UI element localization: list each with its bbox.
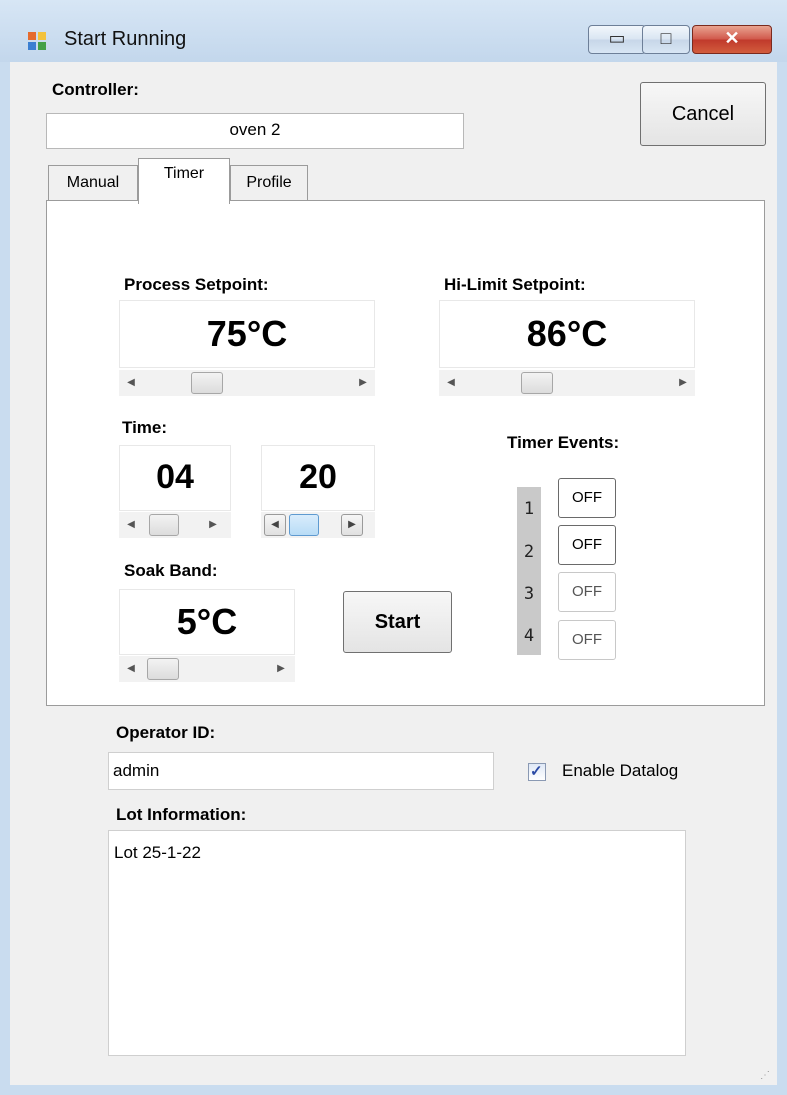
time-hours-value: 04 <box>119 445 231 511</box>
controller-label: Controller: <box>52 80 139 99</box>
process-setpoint-value: 75°C <box>119 300 375 368</box>
checkmark-icon: ✓ <box>530 763 543 780</box>
enable-datalog-checkbox[interactable]: ✓ <box>528 763 546 781</box>
lot-information-label: Lot Information: <box>116 805 247 824</box>
scroll-left-icon[interactable]: ◀ <box>123 514 139 536</box>
operator-id-label: Operator ID: <box>116 723 216 742</box>
slider-thumb[interactable] <box>521 372 553 394</box>
time-hours-slider[interactable]: ◀ ▶ <box>119 512 231 538</box>
timer-events-number-strip: 1 2 3 4 <box>517 487 541 655</box>
time-minutes-value: 20 <box>261 445 375 511</box>
title-bar[interactable]: Start Running ▭ □ ✕ <box>0 0 787 62</box>
tab-timer[interactable]: Timer <box>138 158 230 204</box>
timer-event-4-button[interactable]: OFF <box>558 620 616 660</box>
lot-information-textarea[interactable]: Lot 25-1-22 <box>108 830 686 1056</box>
time-minutes-slider[interactable]: ◀ ▶ <box>261 512 375 538</box>
enable-datalog-label[interactable]: Enable Datalog <box>562 761 678 781</box>
scroll-right-icon[interactable]: ▶ <box>273 658 289 680</box>
operator-id-input[interactable]: admin <box>108 752 494 790</box>
scroll-right-icon[interactable]: ▶ <box>205 514 221 536</box>
tab-profile[interactable]: Profile <box>230 165 308 201</box>
controller-field: oven 2 <box>46 113 464 149</box>
resize-grip-icon[interactable]: ⋰ <box>760 1070 770 1081</box>
event-number-3: 3 <box>523 584 535 604</box>
event-number-4: 4 <box>523 626 535 646</box>
timer-event-3-button[interactable]: OFF <box>558 572 616 612</box>
scroll-left-icon[interactable]: ◀ <box>123 372 139 394</box>
timer-event-2-button[interactable]: OFF <box>558 525 616 565</box>
close-icon: ✕ <box>724 28 740 48</box>
soak-band-value: 5°C <box>119 589 295 655</box>
scroll-right-icon[interactable]: ▶ <box>355 372 371 394</box>
start-button[interactable]: Start <box>343 591 452 653</box>
close-button[interactable]: ✕ <box>692 25 772 54</box>
slider-thumb[interactable] <box>289 514 319 536</box>
minimize-button[interactable]: ▭ <box>588 25 646 54</box>
process-setpoint-label: Process Setpoint: <box>124 275 269 294</box>
time-label: Time: <box>122 418 168 437</box>
lot-information-value: Lot 25-1-22 <box>114 843 201 862</box>
window-title: Start Running <box>64 28 187 50</box>
event-number-2: 2 <box>523 542 535 562</box>
controller-value: oven 2 <box>229 120 281 139</box>
process-setpoint-slider[interactable]: ◀ ▶ <box>119 370 375 396</box>
scroll-right-icon[interactable]: ▶ <box>341 514 363 536</box>
scroll-left-icon[interactable]: ◀ <box>443 372 459 394</box>
hi-limit-setpoint-slider[interactable]: ◀ ▶ <box>439 370 695 396</box>
soak-band-label: Soak Band: <box>124 561 218 580</box>
maximize-button[interactable]: □ <box>642 25 690 54</box>
cancel-button[interactable]: Cancel <box>640 82 766 146</box>
slider-thumb[interactable] <box>149 514 179 536</box>
hi-limit-setpoint-label: Hi-Limit Setpoint: <box>444 275 586 294</box>
timer-event-1-button[interactable]: OFF <box>558 478 616 518</box>
tab-manual[interactable]: Manual <box>48 165 138 201</box>
soak-band-slider[interactable]: ◀ ▶ <box>119 656 295 682</box>
slider-thumb[interactable] <box>147 658 179 680</box>
hi-limit-setpoint-value: 86°C <box>439 300 695 368</box>
scroll-left-icon[interactable]: ◀ <box>264 514 286 536</box>
scroll-left-icon[interactable]: ◀ <box>123 658 139 680</box>
maximize-icon: □ <box>660 28 672 48</box>
event-number-1: 1 <box>523 499 535 519</box>
minimize-icon: ▭ <box>608 28 626 48</box>
timer-events-label: Timer Events: <box>507 433 620 452</box>
app-icon <box>28 32 48 52</box>
slider-thumb[interactable] <box>191 372 223 394</box>
operator-id-value: admin <box>113 761 160 780</box>
scroll-right-icon[interactable]: ▶ <box>675 372 691 394</box>
